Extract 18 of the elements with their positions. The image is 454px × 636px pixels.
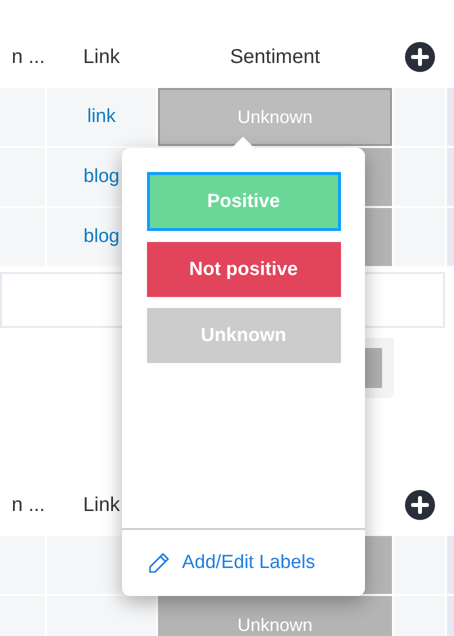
table-cell [447,88,454,146]
add-column-icon[interactable] [404,490,434,520]
table-cell [447,208,454,266]
label-option[interactable]: Not positive [146,242,340,297]
add-column-icon[interactable] [404,42,434,72]
link[interactable]: blog [84,166,120,188]
pencil-icon [148,552,170,574]
column-header: Link [82,44,121,70]
table-cell [447,536,454,594]
column-header: Link [82,492,121,518]
column-header: n ... [10,492,45,518]
table-cell [447,148,454,206]
column-header: n ... [10,44,45,70]
column-header: Sentiment [228,44,322,70]
status-cell[interactable]: Unknown [158,596,392,636]
link[interactable]: link [87,106,116,128]
add-edit-labels-link[interactable]: Add/Edit Labels [182,552,316,574]
link[interactable]: blog [84,226,120,248]
